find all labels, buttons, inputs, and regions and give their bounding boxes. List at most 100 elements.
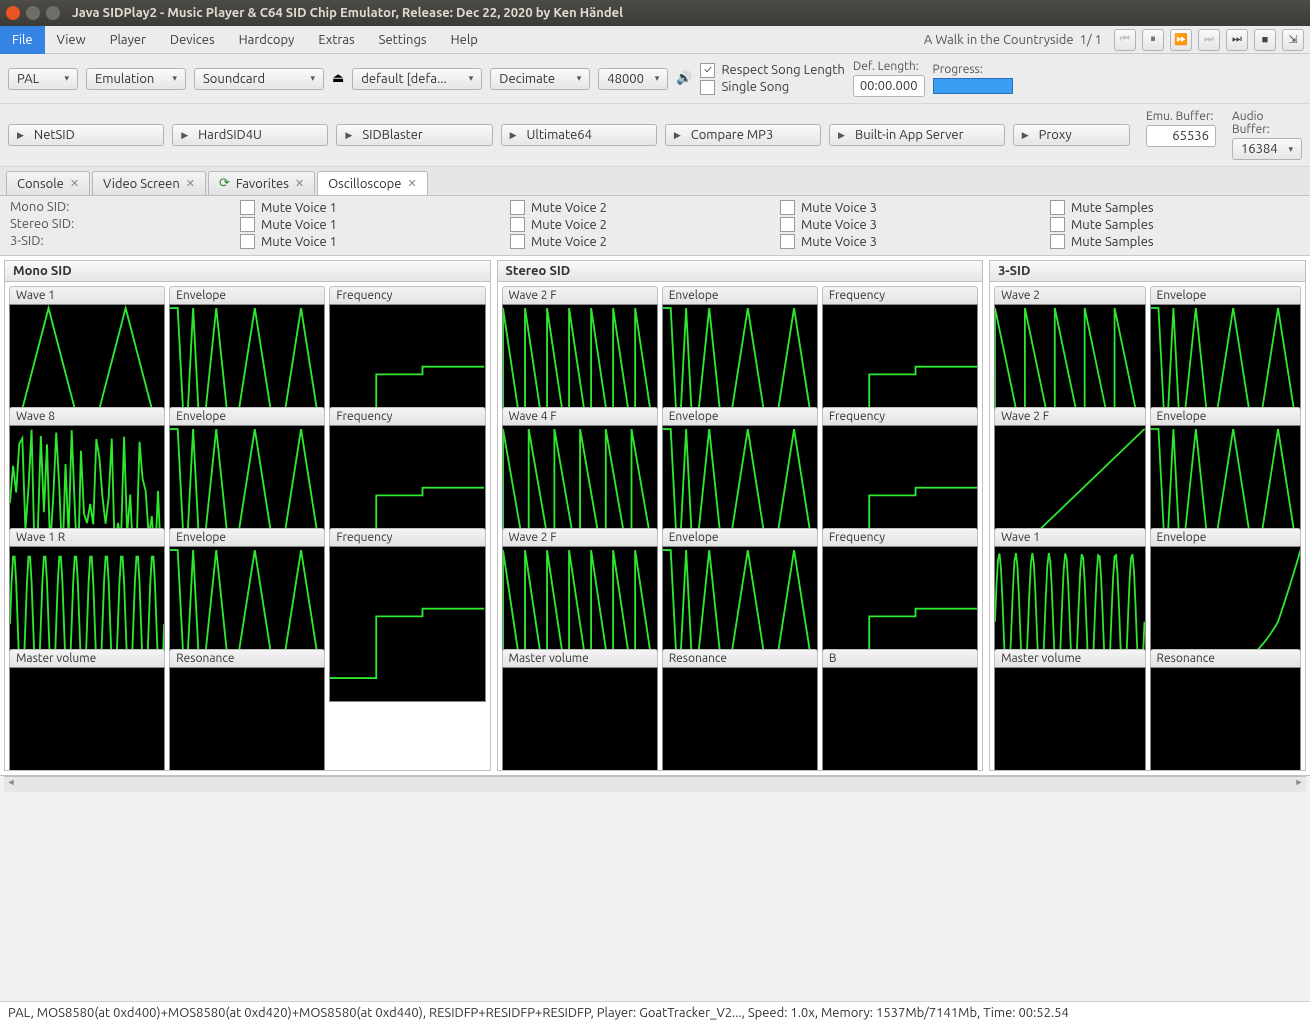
engine-combo[interactable]: Emulation▾	[86, 68, 186, 90]
progress-bar	[933, 78, 1013, 94]
appserver-button[interactable]: Built-in App Server	[829, 124, 1005, 146]
ultimate64-button[interactable]: Ultimate64	[501, 124, 657, 146]
tab-favorites[interactable]: ⟳Favorites✕	[208, 171, 315, 195]
mute-voice2-checkbox[interactable]	[510, 200, 525, 215]
scope-envelope: Envelope	[1150, 528, 1301, 645]
mono-sid-label: Mono SID:	[10, 200, 220, 215]
scope-label: Envelope	[1150, 528, 1301, 546]
menu-settings[interactable]: Settings	[367, 26, 439, 54]
scroll-right-icon[interactable]: ►	[1292, 777, 1306, 791]
scope-label: Envelope	[1150, 286, 1301, 304]
menu-extras[interactable]: Extras	[306, 26, 366, 54]
scope-label: Frequency	[822, 528, 978, 546]
mute-samples-checkbox[interactable]	[1050, 200, 1065, 215]
scope-label: Wave 1	[994, 528, 1145, 546]
hardsid4u-button[interactable]: HardSID4U	[172, 124, 328, 146]
scope-canvas	[1150, 667, 1301, 770]
scope-label: B	[822, 649, 978, 667]
scope-label: Envelope	[1150, 407, 1301, 425]
mute-voice1-checkbox[interactable]	[240, 200, 255, 215]
close-icon[interactable]: ✕	[70, 177, 79, 190]
scope-envelope: Envelope	[169, 528, 325, 645]
reload-icon: ⟳	[219, 176, 230, 191]
scope-b: B	[822, 649, 978, 766]
scope-canvas	[994, 667, 1145, 770]
window-maximize-icon[interactable]	[46, 6, 60, 20]
scope-wave-4-f: Wave 4 F	[502, 407, 658, 524]
mute-samples-checkbox[interactable]	[1050, 234, 1065, 249]
def-length-label: Def. Length:	[853, 60, 925, 73]
osc-header: 3-SID	[990, 261, 1305, 282]
scope-label: Frequency	[329, 286, 485, 304]
scroll-left-icon[interactable]: ◄	[4, 777, 18, 791]
collapse-button[interactable]: ⇲	[1282, 29, 1304, 51]
scope-label: Frequency	[822, 286, 978, 304]
scope-master-volume: Master volume	[994, 649, 1145, 766]
toolbar-devices: NetSID HardSID4U SIDBlaster Ultimate64 C…	[0, 104, 1310, 167]
fast-forward-button[interactable]: ⏩	[1170, 29, 1192, 51]
close-icon[interactable]: ✕	[295, 177, 304, 190]
tab-video-screen[interactable]: Video Screen✕	[92, 171, 206, 195]
horizontal-scrollbar[interactable]: ◄►	[4, 776, 1306, 792]
tab-oscilloscope[interactable]: Oscilloscope✕	[317, 171, 428, 195]
respect-length-checkbox[interactable]: ✓	[700, 63, 715, 78]
proxy-button[interactable]: Proxy	[1013, 124, 1130, 146]
mute-voice1-checkbox[interactable]	[240, 234, 255, 249]
next-track-button[interactable]: ⏭	[1198, 29, 1220, 51]
prev-track-button[interactable]: ⏮	[1114, 29, 1136, 51]
menu-help[interactable]: Help	[439, 26, 490, 54]
scope-canvas	[9, 667, 165, 770]
3sid-label: 3-SID:	[10, 234, 220, 249]
menu-hardcopy[interactable]: Hardcopy	[227, 26, 307, 54]
mute-samples-checkbox[interactable]	[1050, 217, 1065, 232]
mute-voice2-checkbox[interactable]	[510, 217, 525, 232]
scope-label: Wave 4 F	[502, 407, 658, 425]
audio-buffer-combo[interactable]: 16384▾	[1232, 138, 1302, 160]
scope-canvas	[329, 546, 485, 702]
scope-frequency: Frequency	[822, 528, 978, 645]
scope-frequency: Frequency	[822, 286, 978, 403]
window-minimize-icon[interactable]	[26, 6, 40, 20]
def-length-field[interactable]: 00:00.000	[853, 75, 925, 97]
menu-file[interactable]: File	[0, 26, 45, 54]
sidblaster-button[interactable]: SIDBlaster	[336, 124, 492, 146]
scope-canvas	[169, 667, 325, 770]
scope-label: Master volume	[9, 649, 165, 667]
close-icon[interactable]: ✕	[407, 177, 416, 190]
compare-mp3-button[interactable]: Compare MP3	[665, 124, 821, 146]
scope-envelope: Envelope	[662, 528, 818, 645]
menu-player[interactable]: Player	[98, 26, 158, 54]
speaker-button[interactable]: 🔊	[676, 71, 692, 86]
samplerate-combo[interactable]: 48000▾	[598, 68, 668, 90]
tab-console[interactable]: Console✕	[6, 171, 90, 195]
scope-label: Wave 1	[9, 286, 165, 304]
scope-label: Wave 1 R	[9, 528, 165, 546]
oscilloscope-area: Mono SID Wave 1EnvelopeFrequencyWave 8En…	[0, 256, 1310, 776]
mute-voice2-checkbox[interactable]	[510, 234, 525, 249]
eject-button[interactable]: ⏏	[332, 71, 344, 86]
audio-driver-combo[interactable]: default [defa...▾	[352, 68, 482, 90]
scope-frequency: Frequency	[822, 407, 978, 524]
stop-button[interactable]: ■	[1254, 29, 1276, 51]
emu-buffer-field[interactable]: 65536	[1146, 125, 1216, 147]
scope-label: Envelope	[662, 407, 818, 425]
skip-forward-button[interactable]: ⏭	[1226, 29, 1248, 51]
scope-resonance: Resonance	[1150, 649, 1301, 766]
sampling-combo[interactable]: Decimate▾	[490, 68, 590, 90]
pause-button[interactable]: ⏸	[1142, 29, 1164, 51]
menu-devices[interactable]: Devices	[158, 26, 227, 54]
menu-view[interactable]: View	[45, 26, 98, 54]
mute-voice3-checkbox[interactable]	[780, 200, 795, 215]
video-standard-combo[interactable]: PAL▾	[8, 68, 78, 90]
mute-voice1-checkbox[interactable]	[240, 217, 255, 232]
scope-frequency: Frequency	[329, 286, 485, 403]
mute-voice3-checkbox[interactable]	[780, 217, 795, 232]
close-icon[interactable]: ✕	[186, 177, 195, 190]
scope-wave-1: Wave 1	[994, 528, 1145, 645]
mute-voice3-checkbox[interactable]	[780, 234, 795, 249]
device-combo[interactable]: Soundcard▾	[194, 68, 324, 90]
window-close-icon[interactable]	[6, 6, 20, 20]
single-song-checkbox[interactable]	[700, 80, 715, 95]
scope-resonance: Resonance	[662, 649, 818, 766]
netsid-button[interactable]: NetSID	[8, 124, 164, 146]
